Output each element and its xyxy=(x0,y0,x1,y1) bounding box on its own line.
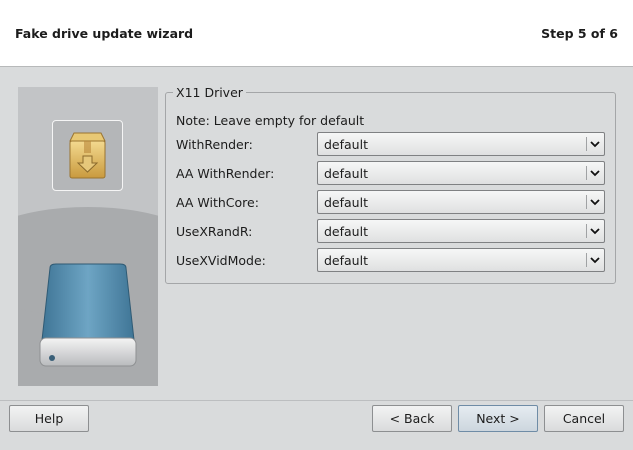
step-indicator: Step 5 of 6 xyxy=(541,26,618,41)
footer-divider xyxy=(0,400,633,401)
package-install-icon xyxy=(52,120,123,191)
chevron-down-icon xyxy=(590,228,600,235)
group-legend: X11 Driver xyxy=(173,85,246,100)
select-value: default xyxy=(324,166,368,181)
select-value: default xyxy=(324,195,368,210)
wizard-title: Fake drive update wizard xyxy=(15,26,194,41)
chevron-down-icon xyxy=(590,199,600,206)
select-value: default xyxy=(324,224,368,239)
chevron-down-icon xyxy=(590,257,600,264)
aa-withrender-label: AA WithRender: xyxy=(176,166,275,181)
select-value: default xyxy=(324,137,368,152)
select-value: default xyxy=(324,253,368,268)
usexrandr-label: UseXRandR: xyxy=(176,224,253,239)
cancel-button[interactable]: Cancel xyxy=(544,405,624,432)
chevron-down-icon xyxy=(590,141,600,148)
withrender-select[interactable]: default xyxy=(317,132,605,156)
withrender-label: WithRender: xyxy=(176,137,253,152)
aa-withrender-select[interactable]: default xyxy=(317,161,605,185)
back-button[interactable]: < Back xyxy=(372,405,452,432)
usexvidmode-select[interactable]: default xyxy=(317,248,605,272)
aa-withcore-label: AA WithCore: xyxy=(176,195,259,210)
wizard-header: Fake drive update wizard Step 5 of 6 xyxy=(0,0,633,67)
wizard-sidebar xyxy=(18,87,158,386)
aa-withcore-select[interactable]: default xyxy=(317,190,605,214)
hard-drive-icon xyxy=(38,262,138,372)
usexrandr-select[interactable]: default xyxy=(317,219,605,243)
next-button[interactable]: Next > xyxy=(458,405,538,432)
note-text: Note: Leave empty for default xyxy=(176,113,365,128)
chevron-down-icon xyxy=(590,170,600,177)
help-button[interactable]: Help xyxy=(9,405,89,432)
usexvidmode-label: UseXVidMode: xyxy=(176,253,266,268)
